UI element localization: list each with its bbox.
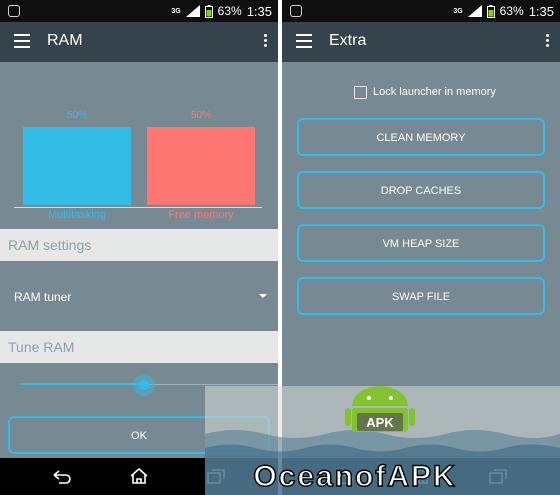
bar-category-label: Multitasking [47, 209, 107, 221]
app-bar: Extra [282, 22, 560, 62]
clean-memory-button[interactable]: CLEAN MEMORY [297, 118, 545, 156]
lock-launcher-checkbox-row[interactable]: Lock launcher in memory [354, 84, 496, 100]
lock-launcher-checkbox[interactable] [354, 85, 367, 99]
oceanofapk-watermark: APK OceanofAPK [205, 386, 560, 495]
slider-fill [20, 383, 144, 385]
status-bar: 3G 63% 1:35 [0, 0, 278, 22]
page-title: RAM [47, 32, 83, 49]
back-icon[interactable] [51, 467, 73, 485]
ram-tuner-spinner[interactable]: RAM tuner [0, 278, 278, 314]
signal-icon [467, 5, 482, 17]
bar-free-memory [147, 127, 255, 205]
drop-caches-button[interactable]: DROP CACHES [297, 171, 545, 209]
notification-icon [8, 5, 20, 17]
bar-multitasking [23, 127, 131, 205]
battery-percent: 63% [217, 4, 242, 18]
app-bar: RAM [0, 22, 278, 62]
page-title: Extra [329, 32, 367, 49]
dropdown-arrow-icon [259, 294, 267, 298]
vm-heap-size-button[interactable]: VM HEAP SIZE [297, 224, 545, 262]
clock: 1:35 [246, 3, 272, 19]
status-bar: 3G 63% 1:35 [282, 0, 560, 22]
notification-icon [290, 5, 302, 17]
bar-category-label: Free memory [168, 209, 234, 221]
swap-file-button[interactable]: SWAP FILE [297, 277, 545, 315]
watermark-art: APK OceanofAPK [205, 386, 560, 495]
home-icon[interactable] [128, 467, 150, 485]
ram-settings-header: RAM settings [0, 229, 278, 261]
battery-icon [204, 4, 213, 18]
svg-text:OceanofAPK: OceanofAPK [253, 460, 456, 493]
clock: 1:35 [528, 3, 554, 19]
overflow-menu-icon[interactable] [546, 34, 550, 50]
lock-launcher-label: Lock launcher in memory [373, 86, 496, 98]
hamburger-menu-icon[interactable] [296, 34, 312, 48]
hamburger-menu-icon[interactable] [14, 34, 30, 48]
overflow-menu-icon[interactable] [264, 34, 268, 50]
slider-thumb[interactable] [138, 380, 149, 390]
chart-axis [14, 207, 262, 208]
battery-percent: 63% [499, 4, 524, 18]
network-type: 3G [453, 7, 463, 15]
battery-icon [486, 4, 495, 18]
bar-value-label: 50% [190, 110, 211, 121]
network-type: 3G [171, 7, 181, 15]
svg-text:APK: APK [366, 415, 394, 430]
signal-icon [185, 5, 200, 17]
ram-tuner-label: RAM tuner [14, 290, 72, 304]
tune-ram-header: Tune RAM [0, 331, 278, 363]
bar-value-label: 50% [66, 110, 87, 121]
